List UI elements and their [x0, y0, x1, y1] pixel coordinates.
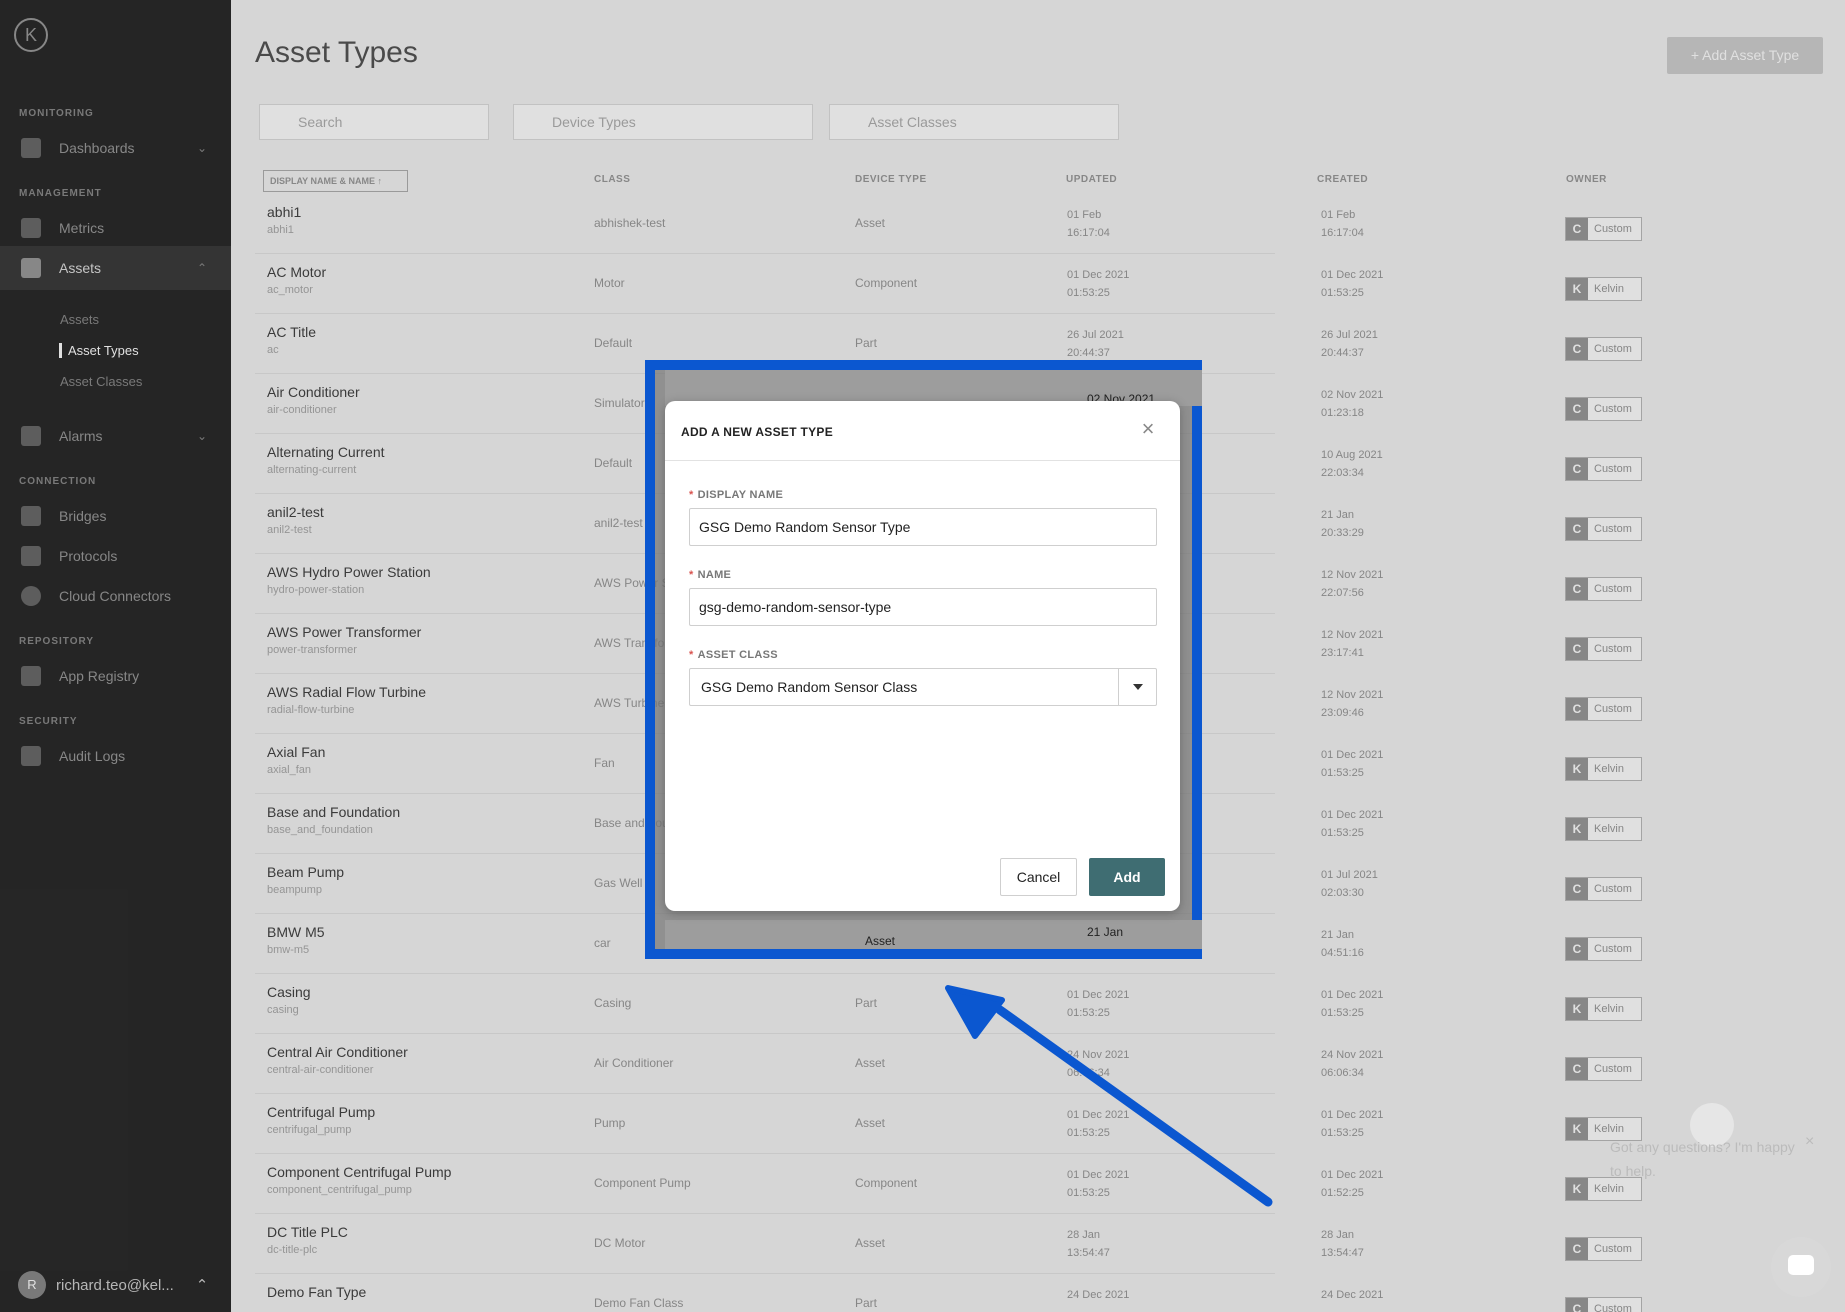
chat-icon[interactable] [1771, 1237, 1831, 1297]
chat-message[interactable]: Got any questions? I'm happy to help. [1570, 1135, 1820, 1225]
arrow-head [945, 985, 1005, 1039]
arrow-shaft [995, 1005, 1273, 1207]
annotation-arrow [945, 985, 1273, 1207]
